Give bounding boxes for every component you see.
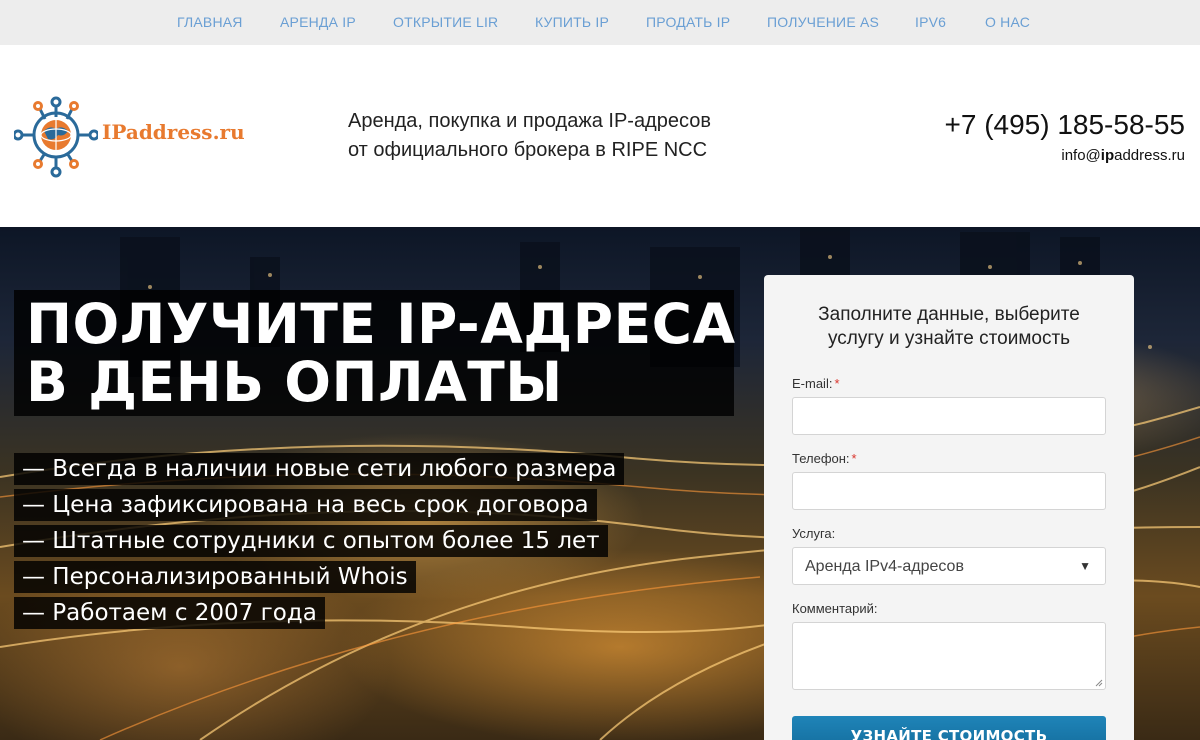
- feature-item: — Работаем с 2007 года: [14, 597, 325, 629]
- form-title-line-1: Заполните данные, выберите: [818, 304, 1080, 325]
- feature-item: — Всегда в наличии новые сети любого раз…: [14, 453, 625, 485]
- site-header: IPaddress.ru Аренда, покупка и продажа I…: [0, 45, 1200, 227]
- nav-item-home[interactable]: ГЛАВНАЯ: [177, 14, 243, 30]
- feature-item: — Цена зафиксирована на весь срок догово…: [14, 489, 597, 521]
- phone-label-text: Телефон:: [792, 451, 850, 466]
- nav-item-sell-ip[interactable]: ПРОДАТЬ IP: [646, 14, 730, 30]
- nav-item-ipv6[interactable]: IPV6: [915, 14, 946, 30]
- resize-handle-icon[interactable]: [1095, 679, 1103, 687]
- hero-title-line-2: В ДЕНЬ ОПЛАТЫ: [26, 350, 563, 414]
- email-suffix: address.ru: [1114, 147, 1185, 164]
- logo-text: IPaddress.ru: [102, 120, 245, 144]
- tagline-line-1: Аренда, покупка и продажа IP-адресов: [348, 110, 711, 132]
- feature-item: — Штатные сотрудники с опытом более 15 л…: [14, 525, 608, 557]
- email-field[interactable]: [792, 397, 1106, 435]
- hero-title-box: ПОЛУЧИТЕ IP-АДРЕСА В ДЕНЬ ОПЛАТЫ: [14, 290, 736, 416]
- service-label: Услуга:: [792, 526, 836, 541]
- nav-item-buy-ip[interactable]: КУПИТЬ IP: [535, 14, 609, 30]
- contact-email[interactable]: info@ipaddress.ru: [1061, 147, 1185, 164]
- service-select-value: Аренда IPv4-адресов: [805, 558, 964, 575]
- phone-label: Телефон: *: [792, 451, 857, 466]
- tagline-line-2: от официального брокера в RIPE NCC: [348, 139, 708, 161]
- nav-item-about[interactable]: О НАС: [985, 14, 1030, 30]
- price-request-form: Заполните данные, выберите услугу и узна…: [764, 275, 1134, 740]
- nav-item-get-as[interactable]: ПОЛУЧЕНИЕ AS: [767, 14, 879, 30]
- service-select[interactable]: Аренда IPv4-адресов ▼: [792, 547, 1106, 585]
- hero-title-line-1: ПОЛУЧИТЕ IP-АДРЕСА: [26, 292, 736, 356]
- triangle-down-icon: ▼: [1079, 559, 1091, 573]
- email-label-text: E-mail:: [792, 376, 833, 391]
- comment-label: Комментарий:: [792, 601, 878, 616]
- site-logo[interactable]: IPaddress.ru: [14, 95, 254, 179]
- contact-phone[interactable]: +7 (495) 185-58-55: [944, 109, 1185, 141]
- email-prefix: info@: [1061, 147, 1101, 164]
- submit-button[interactable]: Узнайте стоимость: [792, 716, 1106, 740]
- top-nav: ГЛАВНАЯ АРЕНДА IP ОТКРЫТИЕ LIR КУПИТЬ IP…: [0, 0, 1200, 45]
- phone-field[interactable]: [792, 472, 1106, 510]
- form-title: Заполните данные, выберите услугу и узна…: [764, 303, 1134, 351]
- nav-list: ГЛАВНАЯ АРЕНДА IP ОТКРЫТИЕ LIR КУПИТЬ IP…: [0, 0, 1200, 45]
- site-tagline: Аренда, покупка и продажа IP-адресов от …: [348, 107, 711, 165]
- nav-item-ip-rent[interactable]: АРЕНДА IP: [280, 14, 356, 30]
- hero-section: ПОЛУЧИТЕ IP-АДРЕСА В ДЕНЬ ОПЛАТЫ — Всегд…: [0, 227, 1200, 740]
- nav-item-lir-opening[interactable]: ОТКРЫТИЕ LIR: [393, 14, 498, 30]
- required-mark: *: [834, 376, 840, 391]
- form-title-line-2: услугу и узнайте стоимость: [827, 328, 1071, 349]
- network-globe-icon: [14, 96, 98, 178]
- required-mark: *: [851, 451, 857, 466]
- email-bold-part: ip: [1100, 147, 1115, 164]
- feature-item: — Персонализированный Whois: [14, 561, 416, 593]
- comment-field[interactable]: [792, 622, 1106, 690]
- email-label: E-mail: *: [792, 376, 840, 391]
